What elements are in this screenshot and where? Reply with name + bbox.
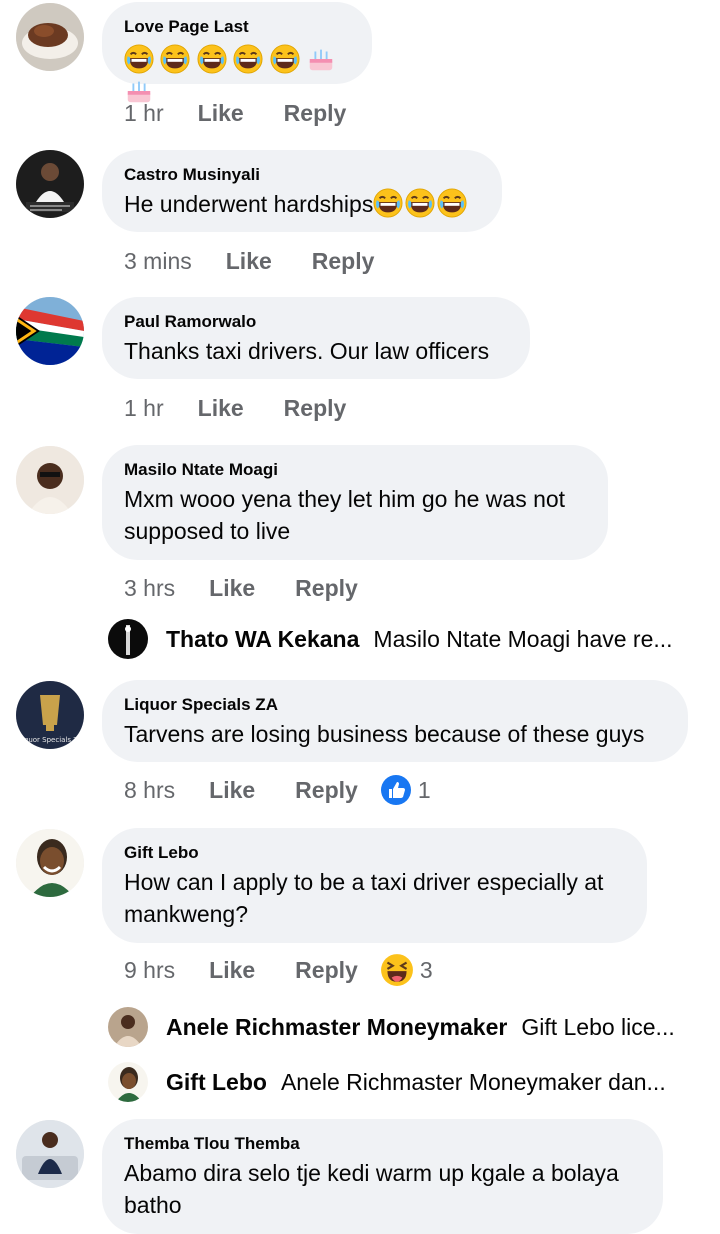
reaction-summary[interactable]: 3 <box>380 953 433 987</box>
comment-actions: 8 hrs Like Reply 1 <box>124 775 431 805</box>
comment-text-line: Abamo dira selo tje kedi warm up kgale a… <box>124 1160 619 1186</box>
avatar[interactable] <box>108 1062 148 1102</box>
avatar[interactable] <box>16 1120 84 1188</box>
like-button[interactable]: Like <box>209 957 255 984</box>
reply-preview[interactable]: Thato WA Kekana Masilo Ntate Moagi have … <box>108 619 673 659</box>
like-button[interactable]: Like <box>198 100 244 127</box>
comment-text: Abamo dira selo tje kedi warm up kgale a… <box>124 1157 641 1221</box>
avatar[interactable] <box>16 829 84 897</box>
comment-time: 1 hr <box>124 99 164 126</box>
reply-text: Masilo Ntate Moagi have re... <box>373 625 673 652</box>
comment-actions: 3 hrs Like Reply <box>124 573 398 603</box>
comment-text-content: He underwent hardships <box>124 191 374 217</box>
comment-bubble: Gift Lebo How can I apply to be a taxi d… <box>102 828 647 943</box>
avatar[interactable] <box>16 446 84 514</box>
haha-reaction-icon <box>380 954 413 986</box>
like-reaction-icon <box>380 775 411 805</box>
comment-actions: 1 hr Like Reply <box>124 98 386 128</box>
reply-button[interactable]: Reply <box>284 100 347 127</box>
reply-button[interactable]: Reply <box>295 777 358 804</box>
comment-text-line: mankweng? <box>124 901 249 927</box>
reply-preview[interactable]: Anele Richmaster Moneymaker Gift Lebo li… <box>108 1007 675 1047</box>
comment-time: 3 mins <box>124 247 192 274</box>
comment-actions: 1 hr Like Reply <box>124 393 386 423</box>
comment-text: Thanks taxi drivers. Our law officers <box>124 338 490 364</box>
comment-bubble: Love Page Last <box>102 2 372 84</box>
laughing-emoji-icon <box>197 44 227 74</box>
laughing-emoji-icon <box>437 188 467 218</box>
comment-actions: 3 mins Like Reply <box>124 246 414 276</box>
reply-button[interactable]: Reply <box>295 575 358 602</box>
comment-bubble: Themba Tlou Themba Abamo dira selo tje k… <box>102 1119 663 1234</box>
comment-time: 9 hrs <box>124 956 176 983</box>
reaction-count: 1 <box>417 776 431 803</box>
reply-button[interactable]: Reply <box>312 248 375 275</box>
comment-bubble: Castro Musinyali He underwent hardships <box>102 150 502 232</box>
comment-actions: 9 hrs Like Reply 3 <box>124 953 433 987</box>
reaction-summary[interactable]: 1 <box>380 774 431 806</box>
reply-preview[interactable]: Gift Lebo Anele Richmaster Moneymaker da… <box>108 1062 666 1102</box>
commenter-name[interactable]: Paul Ramorwalo <box>124 311 508 333</box>
like-button[interactable]: Like <box>226 248 272 275</box>
like-button[interactable]: Like <box>198 395 244 422</box>
comment-text-line: How can I apply to be a taxi driver espe… <box>124 869 604 895</box>
birthday-cake-emoji-icon <box>306 44 336 74</box>
commenter-name[interactable]: Liquor Specials ZA <box>124 694 666 716</box>
comment-text-line: Mxm wooo yena they let him go he was not <box>124 486 566 512</box>
comment-time: 1 hr <box>124 394 164 421</box>
comment-text: How can I apply to be a taxi driver espe… <box>124 866 625 930</box>
like-button[interactable]: Like <box>209 777 255 804</box>
laughing-emoji-icon <box>160 44 190 74</box>
laughing-emoji-icon <box>405 188 435 218</box>
avatar[interactable]: iquor Specials Z <box>16 681 84 749</box>
commenter-name[interactable]: Castro Musinyali <box>124 164 480 186</box>
comment-bubble: Paul Ramorwalo Thanks taxi drivers. Our … <box>102 297 530 379</box>
comment-bubble: Liquor Specials ZA Tarvens are losing bu… <box>102 680 688 762</box>
comment-time: 3 hrs <box>124 574 176 601</box>
laughing-emoji-icon <box>124 44 154 74</box>
reaction-count: 3 <box>419 956 433 983</box>
commenter-name[interactable]: Gift Lebo <box>124 842 625 864</box>
reply-text: Anele Richmaster Moneymaker dan... <box>280 1068 666 1095</box>
avatar[interactable] <box>16 3 84 71</box>
avatar-brand-label: iquor Specials Z <box>22 736 78 744</box>
laughing-emoji-icon <box>270 44 300 74</box>
commenter-name[interactable]: Masilo Ntate Moagi <box>124 459 586 481</box>
comment-text: Tarvens are losing business because of t… <box>124 721 645 747</box>
reply-author-name[interactable]: Gift Lebo <box>166 1069 267 1096</box>
reply-author-name[interactable]: Thato WA Kekana <box>166 626 359 653</box>
comment-text-line: supposed to live <box>124 518 291 544</box>
avatar[interactable] <box>108 1007 148 1047</box>
laughing-emoji-icon <box>373 188 403 218</box>
reply-text: Gift Lebo lice... <box>521 1013 675 1040</box>
reply-button[interactable]: Reply <box>295 957 358 984</box>
reply-button[interactable]: Reply <box>284 395 347 422</box>
commenter-name[interactable]: Love Page Last <box>124 16 350 38</box>
laughing-emoji-icon <box>233 44 263 74</box>
reply-author-name[interactable]: Anele Richmaster Moneymaker <box>166 1014 507 1041</box>
comment-text-line: batho <box>124 1192 182 1218</box>
comment-time: 8 hrs <box>124 776 176 803</box>
avatar[interactable] <box>16 150 84 218</box>
commenter-name[interactable]: Themba Tlou Themba <box>124 1133 641 1155</box>
comment-bubble: Masilo Ntate Moagi Mxm wooo yena they le… <box>102 445 608 560</box>
avatar[interactable] <box>16 297 84 365</box>
like-button[interactable]: Like <box>209 575 255 602</box>
comment-text: Mxm wooo yena they let him go he was not… <box>124 483 586 547</box>
avatar[interactable] <box>108 619 148 659</box>
comment-text: He underwent hardships <box>124 188 480 220</box>
